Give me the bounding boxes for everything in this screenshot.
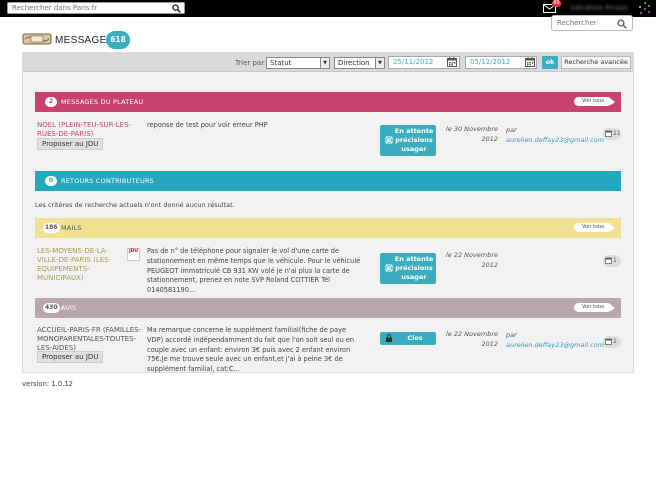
no-result-text: Les critères de recherche actuels n'ont … (35, 201, 235, 209)
row-author-par: par (506, 126, 517, 134)
chevron-down-icon: ▼ (320, 58, 329, 68)
paris-search-input[interactable] (8, 3, 168, 13)
chevron-down-icon: ▼ (375, 58, 384, 68)
calendar-icon[interactable] (447, 57, 457, 67)
messages-logo-icon (22, 32, 52, 48)
propose-jdu-button[interactable]: Proposer au JDU (37, 138, 104, 150)
comments-count: 1 (613, 257, 617, 264)
see-all-button[interactable]: Voir tous (574, 97, 615, 106)
status-select-value: Statut (270, 59, 292, 67)
comments-count: 11 (613, 130, 621, 137)
calendar-icon (605, 257, 612, 264)
row-title[interactable]: NOEL (PLEIN-TEU-SUR-LES-RUES-DE-PARIS) (37, 121, 145, 139)
section-header-mails[interactable]: 186 MAILS Voir tous (35, 218, 621, 238)
comments-badge[interactable]: 11 (603, 128, 621, 140)
section-title: AVIS (61, 304, 77, 312)
jdu-icon: JDU (127, 248, 140, 261)
advanced-search-button[interactable]: Recherche avancée (561, 56, 631, 69)
calendar-icon[interactable] (525, 57, 535, 67)
ok-button[interactable]: ok (542, 56, 558, 69)
row-title[interactable]: LES-MOYENS-DE-LA-VILLE-DE-PARIS (LES-EQU… (37, 247, 129, 283)
calendar-icon (605, 130, 612, 137)
table-row: NOEL (PLEIN-TEU-SUR-LES-RUES-DE-PARIS) P… (23, 121, 633, 161)
search-icon[interactable] (172, 4, 181, 15)
status-badge: Clos (380, 332, 436, 345)
filter-bar: Trier par Statut ▼ Direction ▼ 25/11/201… (23, 53, 633, 72)
status-text: En attente précisions usager (394, 255, 434, 281)
messages-search-input[interactable] (557, 17, 617, 29)
messages-panel: Trier par Statut ▼ Direction ▼ 25/11/201… (22, 52, 634, 373)
status-select[interactable]: Statut ▼ (266, 57, 330, 69)
row-date-day: le 30 Novembre (445, 125, 498, 133)
clock-icon (385, 264, 393, 272)
row-date-day: le 22 Novembre (445, 330, 498, 338)
search-icon[interactable] (617, 19, 627, 31)
username[interactable]: Salvatore Pirozzi (570, 4, 628, 12)
row-date-year: 2012 (481, 339, 498, 348)
row-author: par aurelien.deffay23@gmail.com (506, 125, 604, 145)
row-date: le 22 Novembre 2012 (438, 251, 498, 270)
paris-search-box[interactable] (7, 2, 185, 14)
direction-select-value: Direction (338, 59, 370, 67)
row-author: par aurelien.deffay23@gmail.com (506, 330, 604, 350)
comments-badge[interactable]: 1 (603, 255, 621, 267)
table-row: LES-MOYENS-DE-LA-VILLE-DE-PARIS (LES-EQU… (23, 247, 633, 294)
section-header-avis[interactable]: 430 AVIS Voir tous (35, 298, 621, 318)
row-date-year: 2012 (481, 260, 498, 269)
row-date-year: 2012 (481, 134, 498, 143)
mail-count-badge: 69 (552, 0, 561, 7)
propose-jdu-button[interactable]: Proposer au JDU (37, 351, 104, 363)
see-all-button[interactable]: Voir tous (574, 303, 615, 312)
row-text[interactable]: Ma remarque concerne le supplément famil… (147, 326, 363, 375)
row-date: le 30 Novembre 2012 (438, 125, 498, 144)
section-count: 2 (45, 97, 57, 107)
calendar-icon (605, 338, 612, 345)
row-date-day: le 22 Novembre (445, 251, 498, 259)
sort-label: Trier par (235, 59, 265, 67)
paris-apps-icon[interactable] (636, 1, 652, 16)
row-title[interactable]: ACCUEIL-PARIS-FR (FAMILLES-MONOPARENTALE… (37, 326, 142, 353)
comments-badge[interactable]: 1 (603, 336, 621, 348)
status-badge: En attente précisions usager (380, 253, 436, 284)
messages-count-badge: 618 (106, 31, 130, 49)
lock-icon (385, 334, 393, 342)
jdu-label: JDU (128, 249, 139, 254)
section-count: 0 (45, 176, 57, 186)
row-author-par: par (506, 331, 517, 339)
status-text: Clos (407, 334, 423, 342)
section-title: MAILS (61, 224, 82, 232)
section-title: MESSAGES DU PLATEAU (61, 98, 144, 106)
row-text[interactable]: Pas de n° de téléphone pour signaler le … (147, 247, 363, 296)
clock-icon (385, 136, 393, 144)
row-date: le 22 Novembre 2012 (438, 330, 498, 349)
see-all-button[interactable]: Voir tous (574, 223, 615, 232)
section-count: 430 (43, 303, 60, 313)
status-text: En attente précisions usager (394, 127, 434, 153)
row-author-email[interactable]: aurelien.deffay23@gmail.com (506, 135, 604, 145)
status-badge: En attente précisions usager (380, 125, 436, 156)
comments-count: 1 (613, 338, 617, 345)
row-author-email[interactable]: aurelien.deffay23@gmail.com (506, 340, 604, 350)
messages-search-box[interactable] (551, 15, 633, 31)
direction-select[interactable]: Direction ▼ (334, 57, 385, 69)
page-title: MESSAGES (55, 35, 114, 46)
row-text[interactable]: reponse de test pour voir erreur PHP (147, 121, 363, 131)
section-header-contributeurs[interactable]: 0 RETOURS CONTRIBUTEURS (35, 171, 621, 191)
table-row: ACCUEIL-PARIS-FR (FAMILLES-MONOPARENTALE… (23, 326, 633, 373)
version-text: version: 1.0.12 (22, 380, 73, 388)
section-count: 186 (43, 223, 60, 233)
section-header-plateau[interactable]: 2 MESSAGES DU PLATEAU Voir tous (35, 92, 621, 112)
section-title: RETOURS CONTRIBUTEURS (61, 177, 154, 185)
